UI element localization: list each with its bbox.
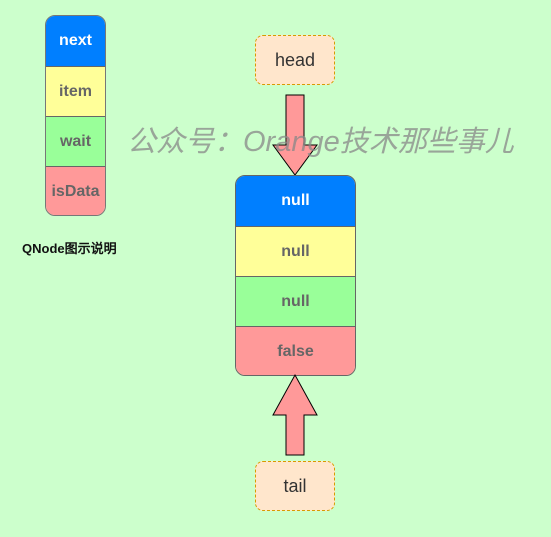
tail-pointer: tail (255, 461, 335, 511)
tail-arrow-up-icon (272, 373, 318, 456)
